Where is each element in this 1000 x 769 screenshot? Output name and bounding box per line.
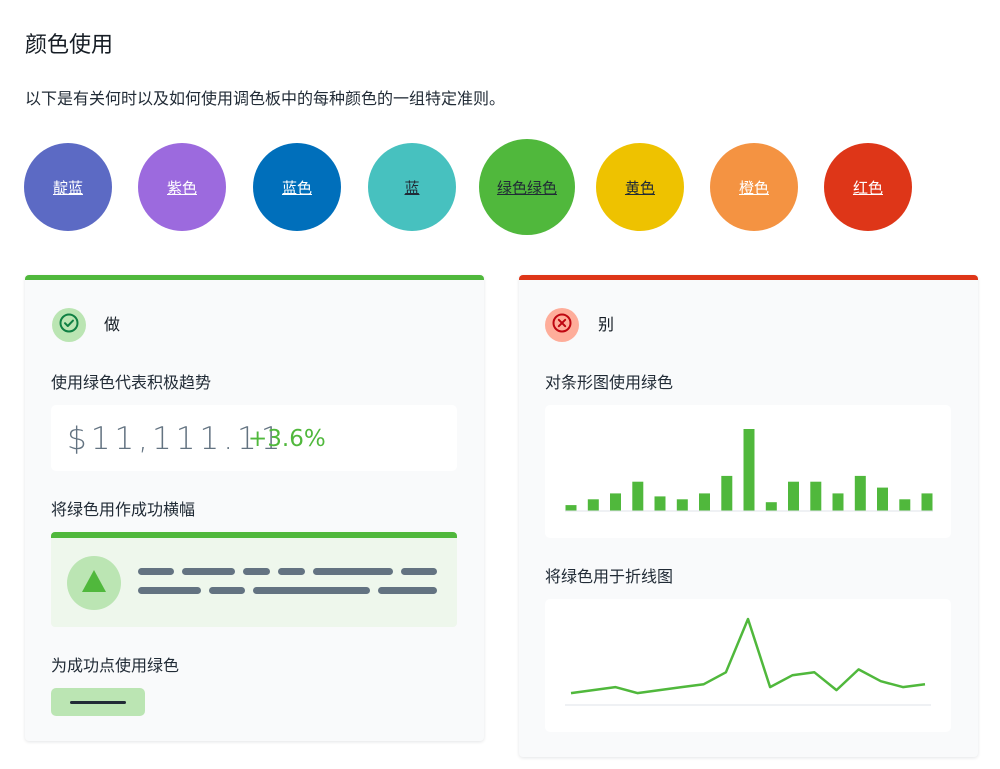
success-banner-example bbox=[51, 532, 457, 627]
dont-heading: 别 bbox=[598, 315, 615, 334]
button-placeholder-line bbox=[70, 701, 126, 704]
bar bbox=[699, 493, 710, 511]
placeholder-text-line bbox=[138, 568, 174, 575]
swatch-label: 绿色绿色 bbox=[496, 178, 557, 197]
placeholder-text-line bbox=[401, 568, 437, 575]
success-banner-label: 将绿色用作成功横幅 bbox=[51, 500, 196, 519]
bar bbox=[565, 505, 577, 511]
bar bbox=[832, 493, 844, 511]
swatch-orange[interactable]: 橙色 bbox=[710, 143, 798, 231]
swatch-purple[interactable]: 紫色 bbox=[138, 143, 226, 231]
swatch-yellow[interactable]: 黄色 bbox=[596, 143, 684, 231]
swatch-blue[interactable]: 蓝色 bbox=[253, 143, 341, 231]
placeholder-text-line bbox=[278, 568, 305, 575]
swatch-label: 紫色 bbox=[166, 178, 197, 197]
bar-chart-example bbox=[545, 405, 951, 538]
dont-card-accent-bar bbox=[519, 275, 978, 280]
do-heading-badge bbox=[52, 308, 86, 342]
positive-trend-example: $11,111.11 +3.6% bbox=[51, 405, 457, 471]
bar bbox=[788, 481, 799, 511]
line-chart-label: 将绿色用于折线图 bbox=[545, 567, 674, 586]
dont-heading-badge bbox=[545, 308, 579, 342]
bar bbox=[899, 499, 911, 511]
line-series bbox=[570, 617, 926, 695]
line-chart-example bbox=[545, 599, 951, 732]
x-circle-icon bbox=[551, 312, 573, 338]
line-chart bbox=[565, 617, 931, 706]
swatch-indigo[interactable]: 靛蓝 bbox=[24, 143, 112, 231]
swatch-label: 蓝 bbox=[404, 178, 420, 197]
bar bbox=[877, 487, 888, 511]
positive-trend-label: 使用绿色代表积极趋势 bbox=[51, 373, 212, 392]
bar bbox=[610, 493, 621, 511]
bar bbox=[587, 499, 599, 511]
bar bbox=[676, 499, 688, 511]
dont-card: 别 对条形图使用绿色 将绿色用于折线图 bbox=[519, 275, 978, 757]
placeholder-text-line bbox=[182, 568, 235, 575]
bar bbox=[765, 502, 777, 511]
bar bbox=[810, 481, 822, 511]
swatch-label: 红色 bbox=[852, 178, 883, 197]
swatch-label: 蓝色 bbox=[281, 178, 312, 197]
placeholder-text-line bbox=[138, 587, 201, 594]
banner-accent-bar bbox=[51, 532, 457, 538]
swatch-teal[interactable]: 蓝 bbox=[368, 143, 456, 231]
bar-chart-label: 对条形图使用绿色 bbox=[545, 373, 674, 392]
placeholder-text-line bbox=[253, 587, 370, 594]
bar bbox=[654, 496, 666, 511]
bar bbox=[632, 481, 644, 511]
check-circle-icon bbox=[58, 312, 80, 338]
bar bbox=[854, 475, 866, 511]
banner-badge bbox=[67, 556, 121, 610]
placeholder-text-line bbox=[209, 587, 245, 594]
swatch-green[interactable]: 绿色绿色 bbox=[479, 139, 575, 235]
bar bbox=[721, 475, 733, 511]
do-heading: 做 bbox=[104, 315, 121, 334]
swatch-label: 靛蓝 bbox=[52, 178, 83, 197]
swatch-red[interactable]: 红色 bbox=[824, 143, 912, 231]
swatch-label: 黄色 bbox=[624, 178, 655, 197]
do-card: 做 使用绿色代表积极趋势 $11,111.11 +3.6% 将绿色用作成功横幅 … bbox=[25, 275, 484, 741]
trend-delta: +3.6% bbox=[248, 426, 326, 452]
success-button-example[interactable] bbox=[51, 688, 145, 716]
page-title: 颜色使用 bbox=[25, 33, 114, 58]
page-description: 以下是有关何时以及如何使用调色板中的每种颜色的一组特定准则。 bbox=[25, 89, 506, 108]
bar bbox=[921, 493, 933, 511]
placeholder-text-line bbox=[243, 568, 270, 575]
triangle-up-icon bbox=[81, 569, 107, 597]
bar bbox=[743, 429, 755, 511]
success-button-label: 为成功点使用绿色 bbox=[51, 656, 180, 675]
placeholder-text-line bbox=[378, 587, 437, 594]
swatch-label: 橙色 bbox=[738, 178, 769, 197]
do-card-accent-bar bbox=[25, 275, 484, 280]
placeholder-text-line bbox=[313, 568, 393, 575]
bar-chart bbox=[565, 429, 933, 512]
